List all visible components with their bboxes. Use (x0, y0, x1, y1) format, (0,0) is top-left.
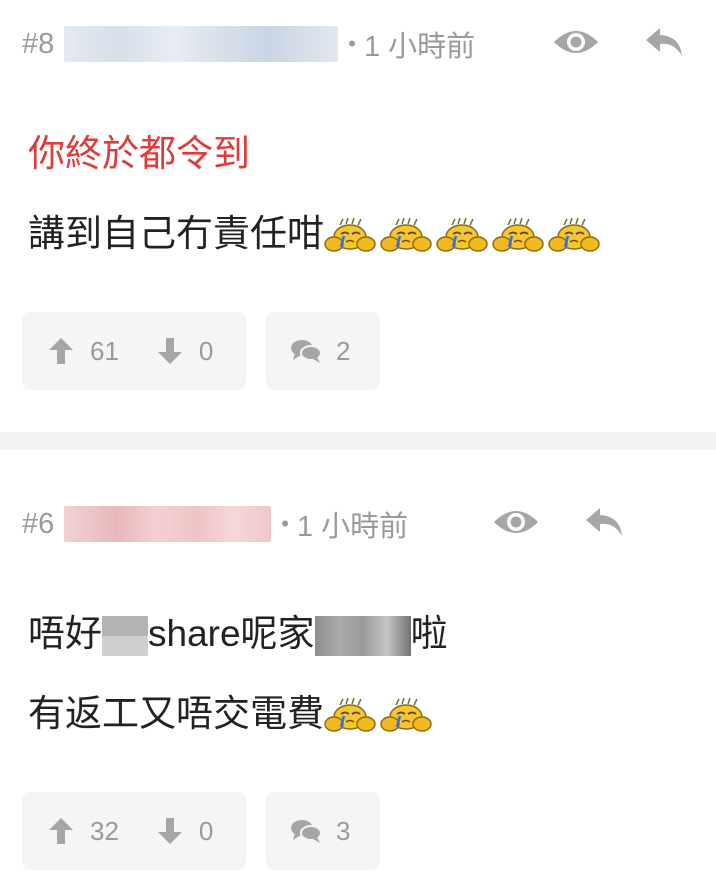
post-actions: 61 0 2 (22, 312, 380, 390)
separator-dot: • (281, 511, 289, 536)
eye-icon[interactable] (552, 26, 600, 58)
comment-count: 3 (336, 815, 351, 846)
post-header: #8 • 1 小時前 (22, 22, 475, 66)
upvote-count: 61 (90, 335, 119, 366)
post-text: 啦 (410, 613, 448, 654)
arrow-down-icon[interactable] (157, 337, 183, 365)
downvote-count: 0 (198, 335, 214, 366)
post-text: 有返工又唔交電費 (28, 693, 324, 734)
post-time: 1 小時前 (296, 511, 409, 543)
post-time: 1 小時前 (363, 31, 476, 63)
floor-number: #8 (22, 27, 55, 60)
arrow-up-icon[interactable] (48, 817, 74, 845)
post-6: #6 • 1 小時前 唔好 share呢家 啦 有返工又唔交電費 32 0 3 (0, 450, 716, 884)
post-text: 唔好 (28, 613, 102, 654)
crying-face-emoticon (380, 217, 432, 255)
crying-face-emoticon (492, 217, 544, 255)
censored-word (102, 616, 148, 657)
post-text-line: 講到自己冇責任咁 (28, 214, 604, 255)
reply-arrow-icon[interactable] (584, 504, 624, 540)
comment-bubbles-icon (290, 817, 322, 845)
crying-face-emoticon (324, 217, 376, 255)
comment-button[interactable]: 3 (266, 792, 380, 870)
arrow-up-icon[interactable] (48, 337, 74, 365)
comment-bubbles-icon (290, 337, 322, 365)
post-text-line: 唔好 share呢家 啦 (28, 613, 448, 657)
post-text: 講到自己冇責任咁 (28, 213, 324, 254)
comment-button[interactable]: 2 (266, 312, 380, 390)
post-8: #8 • 1 小時前 你終於都令到 講到自己冇責任咁 61 0 2 (0, 0, 716, 432)
vote-box: 32 0 (22, 792, 246, 870)
censored-word (314, 616, 411, 657)
reply-arrow-icon[interactable] (644, 24, 684, 60)
downvote-count: 0 (198, 815, 214, 846)
arrow-down-icon[interactable] (157, 817, 183, 845)
crying-face-emoticon (380, 697, 432, 735)
post-text-line: 有返工又唔交電費 (28, 694, 436, 735)
vote-box: 61 0 (22, 312, 246, 390)
post-header: #6 • 1 小時前 (22, 502, 408, 546)
separator-dot: • (348, 31, 356, 56)
upvote-count: 32 (90, 815, 119, 846)
post-divider (0, 432, 716, 450)
floor-number: #6 (22, 507, 55, 540)
comment-count: 2 (336, 335, 351, 366)
post-text-line: 你終於都令到 (28, 133, 250, 174)
post-actions: 32 0 3 (22, 792, 380, 870)
post-text: share呢家 (148, 613, 315, 654)
username-redacted[interactable] (64, 26, 339, 62)
username-redacted[interactable] (64, 506, 272, 542)
eye-icon[interactable] (492, 506, 540, 538)
crying-face-emoticon (436, 217, 488, 255)
crying-face-emoticon (548, 217, 600, 255)
crying-face-emoticon (324, 697, 376, 735)
